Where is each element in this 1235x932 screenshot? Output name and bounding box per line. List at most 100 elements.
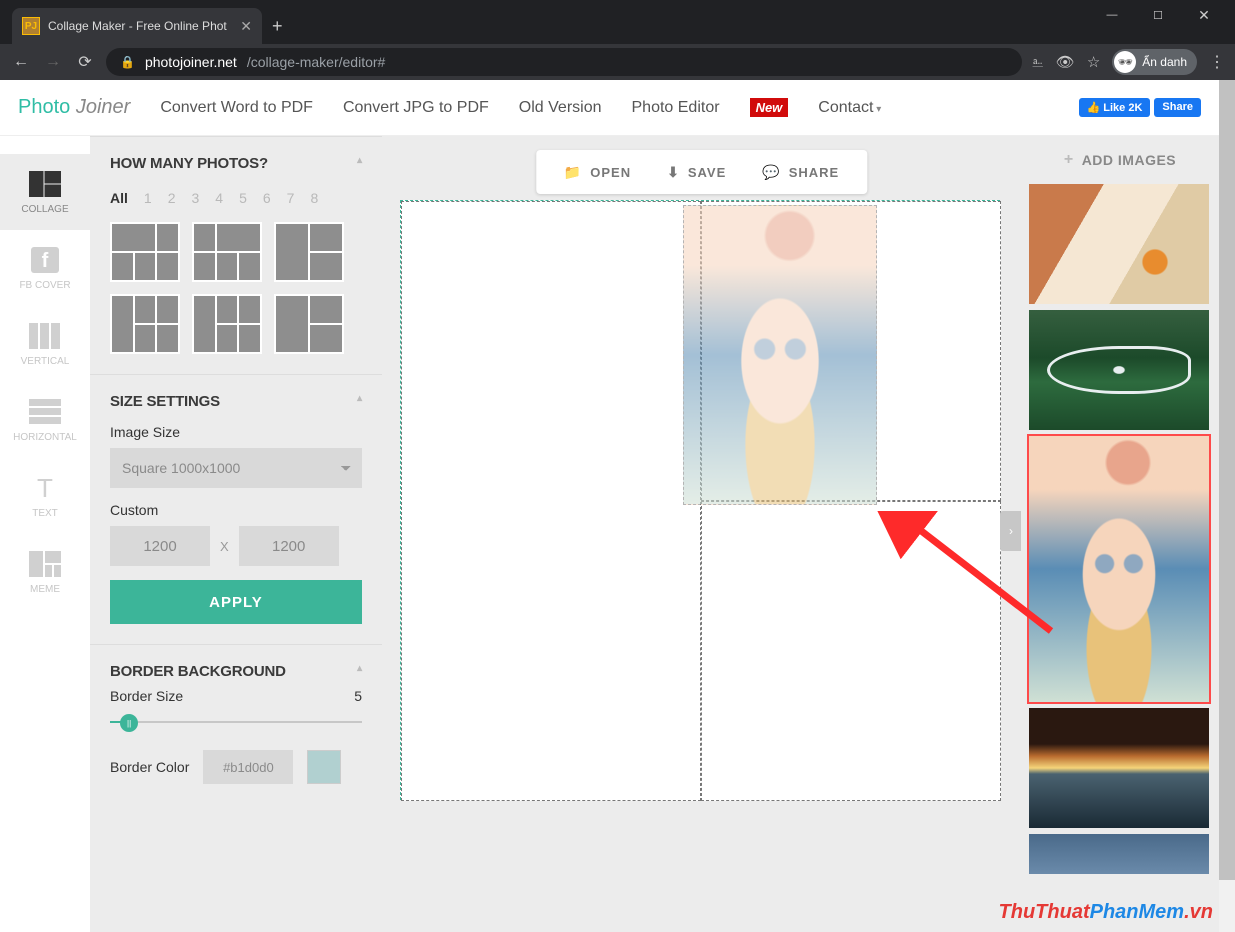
- browser-tab[interactable]: PJ Collage Maker - Free Online Phot ✕: [12, 8, 262, 44]
- chevron-up-icon: ▴: [357, 663, 362, 680]
- layout-option[interactable]: [192, 222, 262, 282]
- profile-chip[interactable]: 🕶 Ẩn danh: [1112, 49, 1197, 75]
- custom-label: Custom: [110, 502, 362, 518]
- nav-convert-jpg[interactable]: Convert JPG to PDF: [343, 99, 489, 117]
- nav-old-version[interactable]: Old Version: [519, 99, 602, 117]
- close-window-icon[interactable]: ✕: [1181, 0, 1227, 30]
- custom-width-input[interactable]: [110, 526, 210, 566]
- url-field[interactable]: 🔒 photojoiner.net/collage-maker/editor#: [106, 48, 1022, 76]
- meme-icon: [27, 550, 63, 578]
- rail-fbcover[interactable]: f FB COVER: [0, 230, 90, 306]
- url-domain: photojoiner.net: [145, 54, 237, 70]
- open-button[interactable]: 📁OPEN: [546, 164, 649, 181]
- border-size-slider[interactable]: ||: [110, 712, 362, 732]
- fb-share-button[interactable]: Share: [1154, 98, 1201, 117]
- photo-count-option[interactable]: 7: [287, 190, 295, 206]
- reload-icon[interactable]: ⟳: [74, 51, 96, 73]
- canvas-toolbar: 📁OPEN ⬇SAVE 💬SHARE: [536, 150, 867, 194]
- page-scrollbar[interactable]: ▴ ▾: [1219, 80, 1235, 932]
- window-controls: — ☐ ✕: [1089, 0, 1227, 30]
- photo-count-option[interactable]: 1: [144, 190, 152, 206]
- photo-count-option[interactable]: 6: [263, 190, 271, 206]
- chevron-up-icon: ▴: [357, 155, 362, 172]
- site-topnav: Photo Joiner Convert Word to PDF Convert…: [0, 80, 1219, 136]
- browser-menu-icon[interactable]: ⋮: [1209, 52, 1225, 72]
- custom-height-input[interactable]: [239, 526, 339, 566]
- tab-close-icon[interactable]: ✕: [240, 18, 252, 35]
- bookmark-star-icon[interactable]: ☆: [1087, 53, 1100, 71]
- apply-button[interactable]: APPLY: [110, 580, 362, 624]
- color-swatch[interactable]: [307, 750, 341, 784]
- image-thumbnail[interactable]: [1029, 310, 1209, 430]
- border-size-value: 5: [354, 688, 362, 704]
- lock-icon: 🔒: [120, 55, 135, 69]
- horizontal-layout-icon: [27, 398, 63, 426]
- canvas-area: 📁OPEN ⬇SAVE 💬SHARE ›: [382, 136, 1021, 932]
- section-size: SIZE SETTINGS▴ Image Size Square 1000x10…: [90, 374, 382, 644]
- photo-count-option[interactable]: 2: [168, 190, 176, 206]
- chevron-up-icon: ▴: [357, 393, 362, 410]
- layout-option[interactable]: [274, 294, 344, 354]
- browser-titlebar: PJ Collage Maker - Free Online Phot ✕ + …: [0, 0, 1235, 44]
- chat-icon: 💬: [762, 164, 780, 181]
- facebook-icon: f: [27, 246, 63, 274]
- photo-count-option[interactable]: 5: [239, 190, 247, 206]
- photo-count-option[interactable]: All: [110, 190, 128, 206]
- layout-grid: [110, 222, 362, 354]
- rail-vertical[interactable]: VERTICAL: [0, 306, 90, 382]
- image-thumbnail[interactable]: [1029, 184, 1209, 304]
- dragging-image-ghost: [683, 205, 877, 505]
- add-images-button[interactable]: +ADD IMAGES: [1021, 136, 1219, 184]
- save-button[interactable]: ⬇SAVE: [649, 164, 744, 181]
- text-icon: T: [27, 474, 63, 502]
- slider-knob-icon[interactable]: ||: [120, 714, 138, 732]
- brand-logo[interactable]: Photo Joiner: [18, 96, 130, 119]
- rail-horizontal[interactable]: HORIZONTAL: [0, 382, 90, 458]
- vertical-layout-icon: [27, 322, 63, 350]
- rail-collage[interactable]: COLLAGE: [0, 154, 90, 230]
- rail-text[interactable]: T TEXT: [0, 458, 90, 534]
- new-tab-button[interactable]: +: [262, 8, 293, 44]
- collage-canvas[interactable]: [400, 200, 1000, 800]
- share-button[interactable]: 💬SHARE: [744, 164, 857, 181]
- layout-option[interactable]: [110, 294, 180, 354]
- section-photos: HOW MANY PHOTOS?▴ All 12345678: [90, 136, 382, 374]
- watermark: ThuThuatPhanMem.vn: [999, 901, 1213, 924]
- minimize-icon[interactable]: —: [1089, 0, 1135, 30]
- layout-option[interactable]: [192, 294, 262, 354]
- folder-icon: 📁: [564, 164, 582, 181]
- image-thumbnail[interactable]: [1029, 708, 1209, 828]
- translate-icon[interactable]: ⎁: [1032, 54, 1044, 71]
- photo-count-option[interactable]: 8: [310, 190, 318, 206]
- url-path: /collage-maker/editor#: [247, 54, 386, 70]
- border-header[interactable]: BORDER BACKGROUND▴: [110, 663, 362, 680]
- photos-header[interactable]: HOW MANY PHOTOS?▴: [110, 155, 362, 172]
- svg-text:f: f: [42, 250, 49, 272]
- size-header[interactable]: SIZE SETTINGS▴: [110, 393, 362, 410]
- incognito-eye-icon[interactable]: 👁: [1056, 53, 1075, 71]
- rail-meme[interactable]: MEME: [0, 534, 90, 610]
- image-thumbnail[interactable]: [1029, 834, 1209, 874]
- maximize-icon[interactable]: ☐: [1135, 0, 1181, 30]
- nav-contact[interactable]: Contact: [818, 99, 881, 117]
- nav-photo-editor[interactable]: Photo Editor: [632, 99, 720, 117]
- scrollbar-thumb[interactable]: [1219, 80, 1235, 880]
- collage-icon: [27, 170, 63, 198]
- photo-count-option[interactable]: 3: [191, 190, 199, 206]
- forward-icon: →: [42, 51, 64, 73]
- nav-convert-word[interactable]: Convert Word to PDF: [160, 99, 313, 117]
- border-color-hex-input[interactable]: [203, 750, 293, 784]
- image-size-select[interactable]: Square 1000x1000: [110, 448, 362, 488]
- layout-option[interactable]: [110, 222, 180, 282]
- favicon-icon: PJ: [22, 17, 40, 35]
- layout-option[interactable]: [274, 222, 344, 282]
- tab-title: Collage Maker - Free Online Phot: [48, 19, 232, 33]
- settings-panel: HOW MANY PHOTOS?▴ All12345678 SIZE SETTI…: [90, 136, 382, 932]
- canvas-cell[interactable]: [401, 201, 701, 801]
- back-icon[interactable]: ←: [10, 51, 32, 73]
- section-border: BORDER BACKGROUND▴ Border Size 5 || Bord…: [90, 644, 382, 804]
- border-color-label: Border Color: [110, 759, 189, 775]
- plus-icon: +: [1064, 151, 1074, 169]
- photo-count-option[interactable]: 4: [215, 190, 223, 206]
- fb-like-button[interactable]: 👍 Like 2K: [1079, 98, 1151, 117]
